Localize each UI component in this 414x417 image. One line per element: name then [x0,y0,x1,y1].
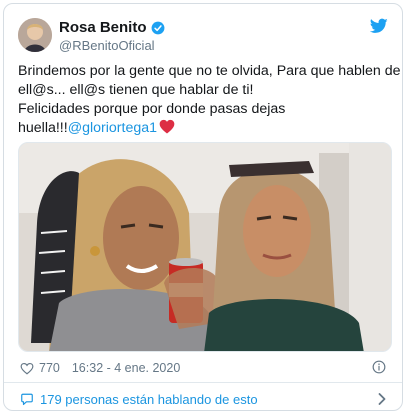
red-heart-emoji [159,119,175,134]
tweet-card: Rosa Benito @RBenitoOficial Brindemos po… [3,3,403,411]
tweet-timestamp[interactable]: 16:32 - 4 ene. 2020 [72,361,180,375]
conversation-text[interactable]: 179 personas están hablando de esto [40,392,258,407]
tweet-text: Brindemos por la gente que no te olvida,… [18,62,401,138]
tweet-line-1: Brindemos por la gente que no te olvida,… [18,63,401,79]
author-name[interactable]: Rosa Benito [59,19,147,36]
tweet-photo[interactable] [18,142,392,352]
speech-bubble-icon [21,393,33,406]
mention-link[interactable]: @gloriortega1 [68,120,157,136]
author-handle[interactable]: @RBenitoOficial [59,38,155,53]
tweet-line-4: huella!!!@gloriortega1 [18,119,392,138]
like-count[interactable]: 770 [39,361,60,375]
divider [4,382,402,383]
heart-outline-icon[interactable] [20,362,34,375]
verified-badge-icon [151,21,164,34]
chevron-right-icon[interactable] [378,393,386,405]
author-name-row[interactable]: Rosa Benito [59,19,165,36]
tweet-line-4-text: huella!!! [18,120,68,136]
twitter-bird-icon[interactable] [370,18,388,34]
tweet-line-2: ell@s... ell@s tienen que hablar de ti! [18,82,254,98]
tweet-line-3: Felicidades porque por donde pasas dejas [18,101,286,117]
avatar[interactable] [18,18,52,52]
info-icon[interactable] [372,360,386,374]
conversation-link[interactable]: 179 personas están hablando de esto [20,392,258,407]
tweet-meta: 770 16:32 - 4 ene. 2020 [20,361,180,375]
